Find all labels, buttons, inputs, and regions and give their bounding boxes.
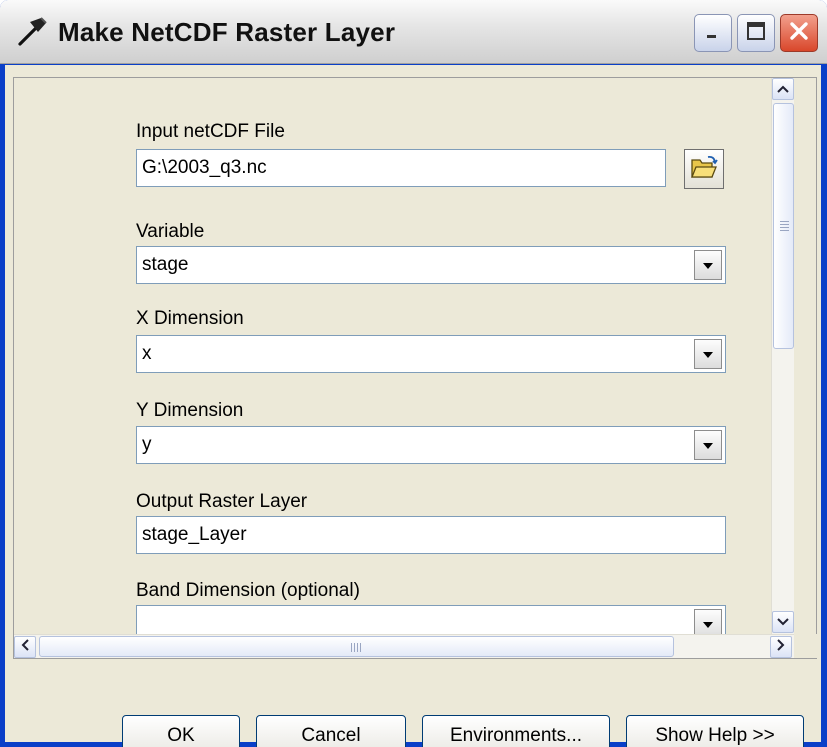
variable-value: stage: [142, 254, 189, 275]
chevron-down-icon: [702, 434, 714, 456]
y-dimension-dropdown-button[interactable]: [694, 430, 722, 460]
chevron-down-icon: [777, 613, 789, 631]
band-dimension-label: Band Dimension (optional): [136, 580, 360, 601]
cancel-button[interactable]: Cancel: [256, 715, 406, 747]
variable-dropdown-button[interactable]: [694, 250, 722, 280]
scroll-up-button[interactable]: [772, 78, 794, 100]
scroll-down-button[interactable]: [772, 611, 794, 633]
minimize-button[interactable]: [694, 14, 732, 52]
title-bar[interactable]: Make NetCDF Raster Layer: [0, 0, 827, 64]
chevron-up-icon: [777, 80, 789, 98]
close-button[interactable]: [780, 14, 818, 52]
vertical-scrollbar[interactable]: [771, 78, 794, 634]
environments-button[interactable]: Environments...: [422, 715, 610, 747]
band-dimension-dropdown[interactable]: [136, 605, 726, 634]
dialog-window: Make NetCDF Raster Layer Input netCDF Fi…: [0, 0, 827, 747]
y-dimension-label: Y Dimension: [136, 400, 244, 421]
y-dimension-dropdown[interactable]: y: [136, 426, 726, 464]
y-dimension-value: y: [142, 434, 152, 455]
hammer-icon: [14, 14, 50, 50]
variable-dropdown[interactable]: stage: [136, 246, 726, 284]
horizontal-scrollbar[interactable]: [14, 634, 794, 658]
vertical-scroll-thumb[interactable]: [773, 103, 794, 349]
scrollbar-corner: [794, 634, 818, 658]
input-file-label: Input netCDF File: [136, 121, 285, 142]
input-file-field[interactable]: G:\2003_q3.nc: [136, 149, 666, 187]
horizontal-scroll-thumb[interactable]: [39, 636, 674, 657]
maximize-button[interactable]: [737, 14, 775, 52]
scroll-right-button[interactable]: [770, 636, 792, 658]
chevron-right-icon: [777, 638, 785, 656]
chevron-left-icon: [21, 638, 29, 656]
output-layer-label: Output Raster Layer: [136, 491, 308, 512]
ok-button[interactable]: OK: [122, 715, 240, 747]
chevron-down-icon: [702, 613, 714, 634]
scroll-left-button[interactable]: [14, 636, 36, 658]
close-icon: [787, 19, 811, 48]
dialog-client-area: Input netCDF File G:\2003_q3.nc Variable: [5, 65, 821, 747]
output-layer-field[interactable]: stage_Layer: [136, 516, 726, 554]
minimize-icon: [703, 21, 723, 46]
x-dimension-dropdown[interactable]: x: [136, 335, 726, 373]
x-dimension-value: x: [142, 343, 152, 364]
maximize-icon: [745, 20, 767, 47]
window-title: Make NetCDF Raster Layer: [58, 17, 396, 47]
browse-button[interactable]: [684, 149, 724, 189]
parameters-scroll-area: Input netCDF File G:\2003_q3.nc Variable: [14, 78, 794, 634]
show-help-button[interactable]: Show Help >>: [626, 715, 804, 747]
chevron-down-icon: [702, 254, 714, 276]
open-folder-icon: [690, 154, 718, 185]
variable-label: Variable: [136, 221, 205, 242]
band-dimension-dropdown-button[interactable]: [694, 609, 722, 634]
x-dimension-label: X Dimension: [136, 308, 244, 329]
chevron-down-icon: [702, 343, 714, 365]
x-dimension-dropdown-button[interactable]: [694, 339, 722, 369]
parameters-panel: Input netCDF File G:\2003_q3.nc Variable: [13, 77, 818, 659]
